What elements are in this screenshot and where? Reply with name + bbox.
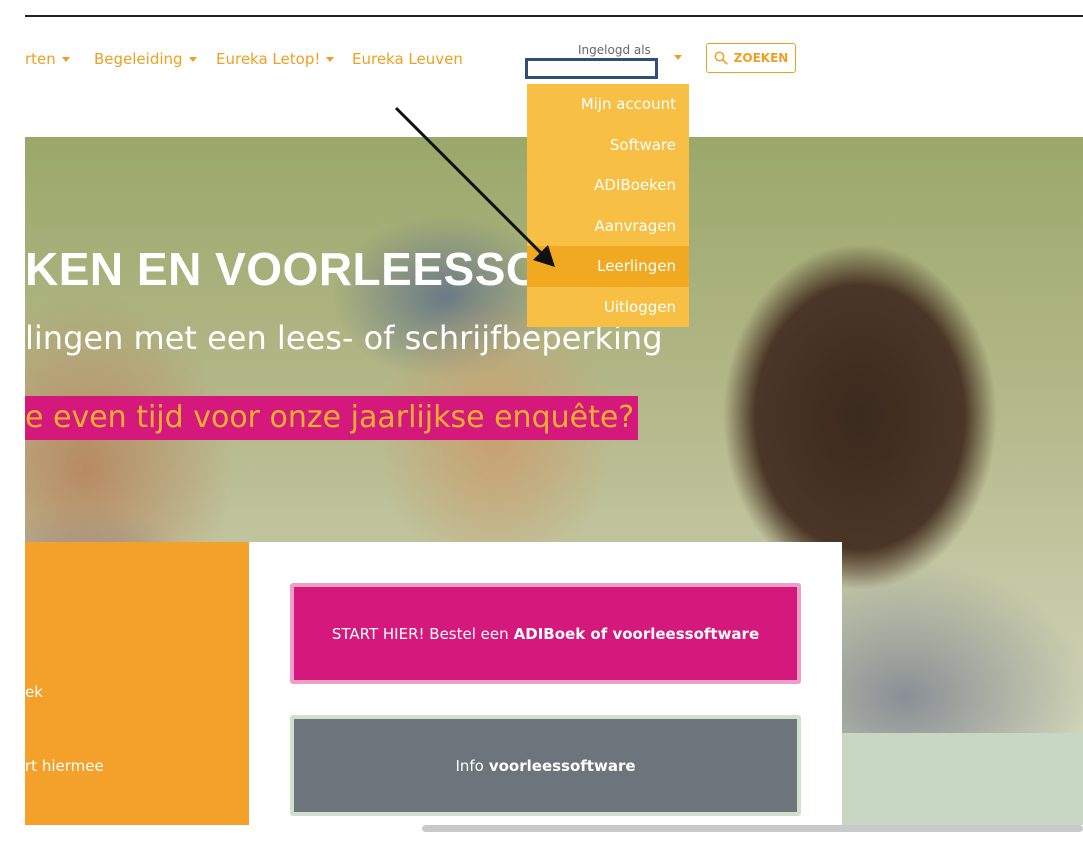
nav-item-label: Begeleiding <box>94 50 183 68</box>
start-order-button[interactable]: START HIER! Bestel een ADIBoek of voorle… <box>290 583 801 684</box>
info-software-button[interactable]: Info voorleessoftware <box>290 715 801 816</box>
survey-banner[interactable]: e even tijd voor onze jaarlijkse enquête… <box>25 396 639 440</box>
dropdown-item-adiboeken[interactable]: ADIBoeken <box>527 165 689 206</box>
info-button-prefix: Info <box>455 756 484 775</box>
search-icon <box>714 51 728 65</box>
redacted-username-box <box>525 58 658 79</box>
nav-item-label: rten <box>25 50 56 68</box>
search-button[interactable]: ZOEKEN <box>706 43 796 73</box>
dropdown-item-leerlingen[interactable]: Leerlingen <box>527 246 689 287</box>
green-panel <box>842 733 1083 825</box>
caret-down-icon <box>326 57 335 62</box>
orange-panel-line-2[interactable]: rt hiermee <box>25 757 104 775</box>
dropdown-item-uitloggen[interactable]: Uitloggen <box>527 287 689 328</box>
nav-item-label: Eureka Letop! <box>216 50 321 68</box>
caret-down-icon <box>61 57 70 62</box>
orange-panel-line-1[interactable]: ek <box>25 683 43 701</box>
dropdown-item-mijn-account[interactable]: Mijn account <box>527 84 689 125</box>
nav-item-1[interactable]: rten <box>25 50 70 68</box>
nav-item-label: Eureka Leuven <box>352 50 463 68</box>
nav-item-begeleiding[interactable]: Begeleiding <box>94 50 197 68</box>
nav-item-eureka-leuven[interactable]: Eureka Leuven <box>352 50 463 68</box>
orange-side-panel: ek rt hiermee <box>25 542 249 825</box>
search-button-label: ZOEKEN <box>733 51 789 65</box>
dropdown-item-software[interactable]: Software <box>527 125 689 166</box>
horizontal-scrollbar[interactable] <box>422 825 1083 832</box>
info-button-bold: voorleessoftware <box>488 756 636 775</box>
login-label[interactable]: Ingelogd als <box>578 43 651 57</box>
dropdown-item-aanvragen[interactable]: Aanvragen <box>527 206 689 247</box>
nav-item-eureka-letop[interactable]: Eureka Letop! <box>216 50 335 68</box>
account-dropdown-menu: Mijn account Software ADIBoeken Aanvrage… <box>527 84 689 327</box>
account-caret-down-icon[interactable] <box>674 55 682 60</box>
top-divider <box>25 15 1083 17</box>
caret-down-icon <box>188 57 197 62</box>
start-button-prefix: START HIER! Bestel een <box>331 624 509 643</box>
start-button-bold: ADIBoek of voorleessoftware <box>513 624 760 643</box>
